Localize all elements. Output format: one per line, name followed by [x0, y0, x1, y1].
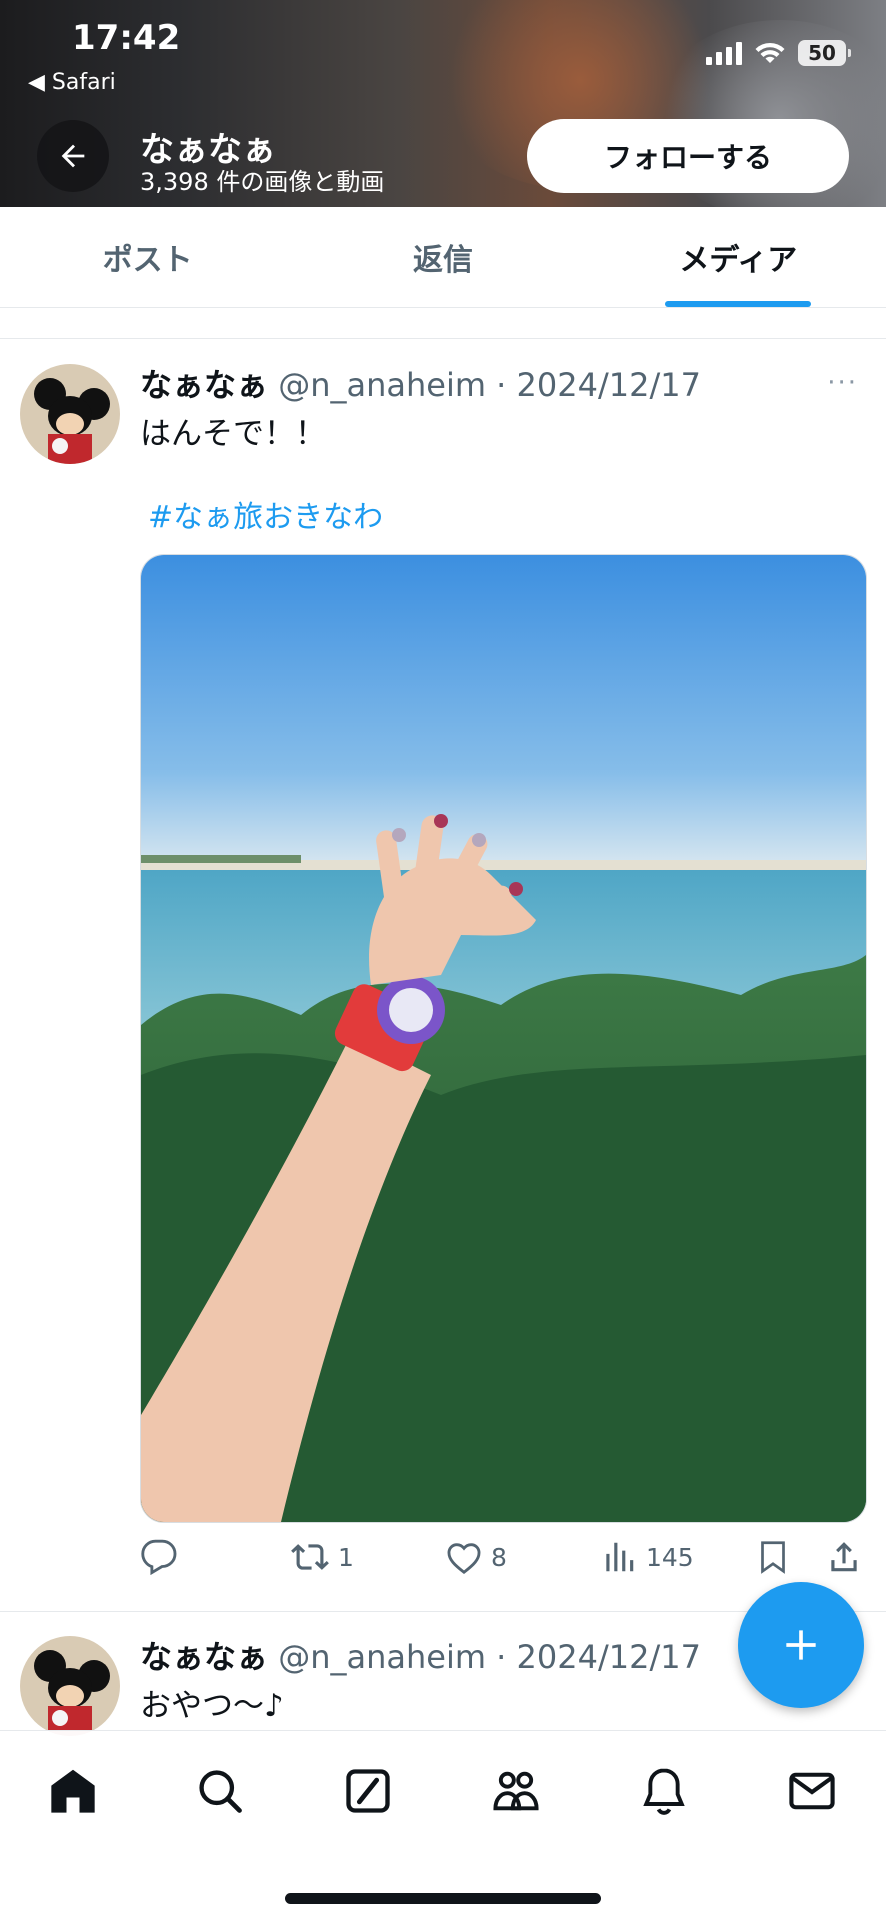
like-button[interactable]: 8	[445, 1538, 507, 1576]
post-actions: 1 8 145	[140, 1538, 865, 1584]
retweet-icon	[291, 1544, 329, 1570]
reply-icon	[141, 1539, 177, 1576]
bookmark-button[interactable]	[755, 1538, 791, 1576]
tab-media[interactable]: メディア	[591, 207, 886, 307]
avatar[interactable]	[20, 1636, 120, 1736]
compose-post-button[interactable]	[738, 1582, 864, 1708]
post-meta[interactable]: @n_anaheim · 2024/12/17	[278, 1638, 701, 1676]
tab-posts-label: ポスト	[102, 243, 193, 278]
grok-icon	[346, 1769, 390, 1813]
battery-icon: 50	[798, 40, 851, 66]
cellular-signal-icon	[706, 41, 742, 65]
post-header: なぁなぁ @n_anaheim · 2024/12/17	[140, 360, 701, 406]
tab-media-label: メディア	[679, 243, 798, 278]
safari-back-link[interactable]: ◀ Safari	[28, 70, 116, 95]
divider	[0, 338, 886, 339]
status-icons: 50	[706, 40, 851, 66]
follow-button[interactable]: フォローする	[527, 119, 849, 193]
plus-icon	[786, 1630, 816, 1660]
more-options-icon[interactable]: ···	[827, 368, 858, 398]
nav-grok[interactable]	[338, 1761, 398, 1821]
home-icon	[51, 1769, 95, 1813]
views-button[interactable]: 145	[600, 1538, 694, 1576]
hashtag-link[interactable]: #なぁ旅おきなわ	[148, 492, 383, 536]
nav-communities[interactable]	[486, 1761, 546, 1821]
share-icon	[831, 1542, 857, 1572]
retweet-count: 1	[338, 1542, 354, 1572]
arrow-left-icon	[61, 144, 85, 168]
media-count: 3,398 件の画像と動画	[140, 168, 385, 196]
communities-icon	[493, 1771, 539, 1811]
nav-messages[interactable]	[782, 1761, 842, 1821]
retweet-button[interactable]: 1	[290, 1538, 354, 1576]
status-time: 17:42	[72, 18, 181, 58]
bookmark-icon	[761, 1541, 785, 1574]
notifications-icon	[643, 1768, 685, 1815]
reply-button[interactable]	[140, 1538, 178, 1576]
views-icon	[606, 1542, 634, 1572]
like-icon	[447, 1543, 481, 1574]
nav-home[interactable]	[43, 1761, 103, 1821]
messages-icon	[789, 1772, 835, 1810]
tab-replies[interactable]: 返信	[295, 207, 590, 307]
tab-posts[interactable]: ポスト	[0, 207, 295, 307]
post-meta[interactable]: @n_anaheim · 2024/12/17	[278, 366, 701, 404]
display-name[interactable]: なぁなぁ	[140, 1638, 268, 1676]
like-count: 8	[491, 1542, 507, 1572]
home-indicator	[285, 1893, 601, 1904]
post-header: なぁなぁ @n_anaheim · 2024/12/17	[140, 1632, 701, 1678]
avatar[interactable]	[20, 364, 120, 464]
post-image[interactable]	[140, 554, 867, 1523]
tab-replies-label: 返信	[412, 243, 473, 278]
back-button[interactable]	[37, 120, 109, 192]
nav-search[interactable]	[190, 1761, 250, 1821]
view-count: 145	[646, 1542, 694, 1572]
nav-notifications[interactable]	[634, 1761, 694, 1821]
post-text: はんそで！！	[140, 416, 326, 452]
search-icon	[199, 1770, 242, 1813]
active-tab-indicator	[665, 301, 812, 307]
profile-tabs: ポスト 返信 メディア	[0, 207, 886, 308]
display-name[interactable]: なぁなぁ	[140, 366, 268, 404]
share-button[interactable]	[825, 1538, 863, 1576]
post-text: おやつ〜♪	[140, 1688, 284, 1724]
profile-header: 17:42 ◀ Safari 50 なぁなぁ 3,398 件の画像と動画 フォロ…	[0, 0, 886, 207]
wifi-icon	[755, 42, 785, 63]
